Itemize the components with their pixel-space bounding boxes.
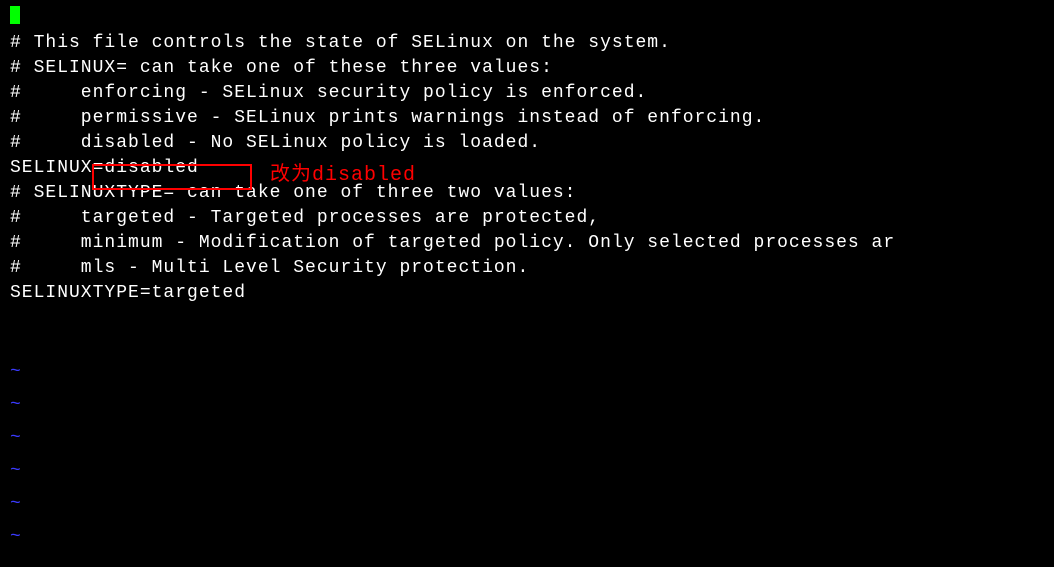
config-line: # mls - Multi Level Security protection. (10, 256, 1044, 281)
blank-line (10, 306, 1044, 331)
config-line: # targeted - Targeted processes are prot… (10, 206, 1044, 231)
config-line: SELINUXTYPE=targeted (10, 281, 1044, 306)
config-line: # permissive - SELinux prints warnings i… (10, 106, 1044, 131)
terminal-editor[interactable]: # This file controls the state of SELinu… (0, 0, 1054, 567)
config-line: # minimum - Modification of targeted pol… (10, 231, 1044, 256)
vi-empty-line-marker: ~ (10, 389, 1044, 422)
vi-empty-line-marker: ~ (10, 356, 1044, 389)
blank-line (10, 331, 1044, 356)
config-line (10, 6, 1044, 31)
config-line: # This file controls the state of SELinu… (10, 31, 1044, 56)
config-line: # SELINUXTYPE= can take one of three two… (10, 181, 1044, 206)
config-line: SELINUX=disabled (10, 156, 1044, 181)
config-line: # disabled - No SELinux policy is loaded… (10, 131, 1044, 156)
config-line: # enforcing - SELinux security policy is… (10, 81, 1044, 106)
terminal-cursor (10, 6, 20, 24)
config-line: # SELINUX= can take one of these three v… (10, 56, 1044, 81)
vi-empty-line-marker: ~ (10, 455, 1044, 488)
vi-empty-line-marker: ~ (10, 422, 1044, 455)
vi-empty-line-marker: ~ (10, 521, 1044, 554)
vi-empty-line-marker: ~ (10, 488, 1044, 521)
